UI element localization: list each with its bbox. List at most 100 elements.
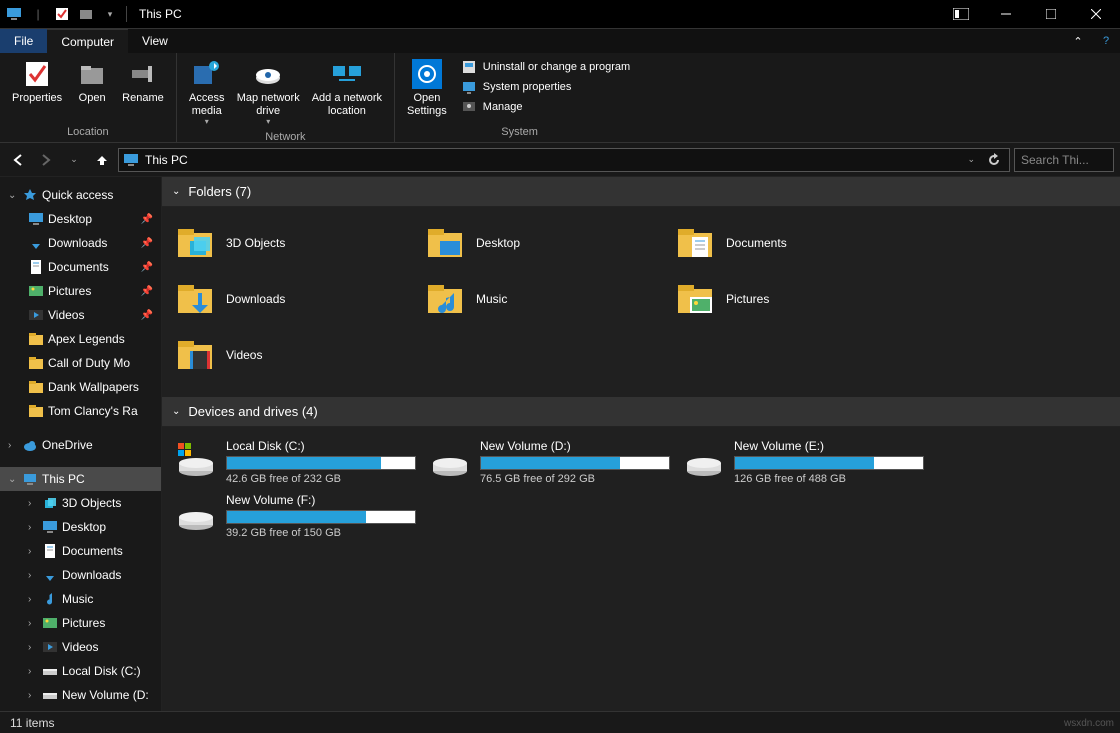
- manage-button[interactable]: Manage: [457, 97, 634, 117]
- pc-icon: [22, 471, 38, 487]
- sidebar-item-call-of-duty-mo[interactable]: Call of Duty Mo: [0, 351, 161, 375]
- chevron-down-icon[interactable]: ⌄: [8, 190, 18, 201]
- item-icon: [28, 283, 44, 299]
- sidebar-item-downloads[interactable]: › Downloads: [0, 563, 161, 587]
- folder-label: Videos: [226, 348, 262, 362]
- sidebar-item-new-volume-d-[interactable]: ›New Volume (D:: [0, 683, 161, 707]
- search-input[interactable]: Search Thi...: [1014, 148, 1114, 172]
- chevron-right-icon[interactable]: ›: [28, 690, 38, 701]
- item-icon: [28, 211, 44, 227]
- add-network-location-button[interactable]: Add a network location: [306, 55, 388, 120]
- sidebar-item-desktop[interactable]: ›Desktop: [0, 515, 161, 539]
- ribbon-group-network: Access media ▾ Map network drive ▾ Add a…: [177, 53, 395, 142]
- address-input[interactable]: This PC ⌄: [118, 148, 1010, 172]
- qat-dropdown-icon[interactable]: ▾: [102, 6, 118, 22]
- chevron-right-icon[interactable]: ›: [28, 642, 38, 653]
- open-button[interactable]: Open: [68, 55, 116, 108]
- chevron-down-icon[interactable]: ⌄: [8, 474, 18, 485]
- nav-up-button[interactable]: [90, 148, 114, 172]
- system-properties-button[interactable]: System properties: [457, 77, 634, 97]
- chevron-right-icon[interactable]: ›: [28, 618, 38, 629]
- tablet-mode-icon[interactable]: [938, 0, 983, 28]
- item-icon: [28, 355, 44, 371]
- item-icon: [42, 495, 58, 511]
- folder-music[interactable]: Music: [422, 271, 672, 327]
- folder-videos[interactable]: Videos: [172, 327, 422, 383]
- nav-forward-button[interactable]: [34, 148, 58, 172]
- sidebar-item-tom-clancy-s-ra[interactable]: Tom Clancy's Ra: [0, 399, 161, 423]
- drive-usage-bar: [226, 456, 416, 470]
- folder-label: Documents: [726, 236, 787, 250]
- help-icon[interactable]: ?: [1096, 31, 1116, 51]
- sidebar-item-pictures[interactable]: ›Pictures: [0, 611, 161, 635]
- star-icon: [22, 187, 38, 203]
- chevron-right-icon[interactable]: ›: [8, 440, 18, 451]
- close-button[interactable]: [1073, 0, 1118, 28]
- sidebar-item-label: Local Disk (C:): [62, 664, 141, 678]
- item-icon: [42, 687, 58, 703]
- sidebar-item-downloads[interactable]: Downloads📌: [0, 231, 161, 255]
- address-dropdown-icon[interactable]: ⌄: [961, 154, 981, 165]
- folders-group-header[interactable]: ⌄ Folders (7): [162, 177, 1120, 207]
- open-settings-button[interactable]: Open Settings: [401, 55, 453, 120]
- nav-recent-button[interactable]: ⌄: [62, 148, 86, 172]
- sidebar-item-label: Downloads: [62, 568, 121, 582]
- tree-quick-access[interactable]: ⌄ Quick access: [0, 183, 161, 207]
- rename-button[interactable]: Rename: [116, 55, 170, 108]
- sidebar-item-apex-legends[interactable]: Apex Legends: [0, 327, 161, 351]
- drive-new-volume-d-[interactable]: New Volume (D:)76.5 GB free of 292 GB: [426, 435, 680, 489]
- drive-free-text: 126 GB free of 488 GB: [734, 473, 930, 485]
- tab-view[interactable]: View: [128, 29, 182, 53]
- chevron-right-icon[interactable]: ›: [28, 546, 38, 557]
- drive-local-disk-c-[interactable]: Local Disk (C:)42.6 GB free of 232 GB: [172, 435, 426, 489]
- properties-button[interactable]: Properties: [6, 55, 68, 108]
- pin-icon: 📌: [141, 214, 153, 225]
- map-drive-label: Map network drive: [237, 92, 300, 117]
- minimize-button[interactable]: [983, 0, 1028, 28]
- sidebar-item-3d-objects[interactable]: ›3D Objects: [0, 491, 161, 515]
- tree-this-pc[interactable]: ⌄ This PC: [0, 467, 161, 491]
- maximize-button[interactable]: [1028, 0, 1073, 28]
- sidebar-item-music[interactable]: ›Music: [0, 587, 161, 611]
- qat-properties-icon[interactable]: [54, 6, 70, 22]
- system-group-label: System: [401, 124, 638, 140]
- folder-3d-objects[interactable]: 3D Objects: [172, 215, 422, 271]
- sidebar-item-videos[interactable]: ›Videos: [0, 635, 161, 659]
- chevron-down-icon[interactable]: ⌄: [172, 406, 180, 417]
- sidebar-item-videos[interactable]: Videos📌: [0, 303, 161, 327]
- sidebar-item-documents[interactable]: Documents📌: [0, 255, 161, 279]
- folder-label: Desktop: [476, 236, 520, 250]
- drive-free-text: 76.5 GB free of 292 GB: [480, 473, 676, 485]
- refresh-icon[interactable]: [983, 153, 1005, 167]
- folder-documents[interactable]: Documents: [672, 215, 922, 271]
- nav-back-button[interactable]: [6, 148, 30, 172]
- drive-usage-bar: [226, 510, 416, 524]
- drive-new-volume-f-[interactable]: New Volume (F:)39.2 GB free of 150 GB: [172, 489, 426, 543]
- chevron-right-icon[interactable]: ›: [28, 666, 38, 677]
- folder-pictures[interactable]: Pictures: [672, 271, 922, 327]
- sidebar-item-dank-wallpapers[interactable]: Dank Wallpapers: [0, 375, 161, 399]
- chevron-right-icon[interactable]: ›: [28, 570, 38, 581]
- tab-file[interactable]: File: [0, 29, 47, 53]
- uninstall-program-button[interactable]: Uninstall or change a program: [457, 57, 634, 77]
- folder-desktop[interactable]: Desktop: [422, 215, 672, 271]
- map-network-drive-button[interactable]: Map network drive ▾: [231, 55, 306, 129]
- tab-computer[interactable]: Computer: [47, 29, 128, 53]
- drives-group-header[interactable]: ⌄ Devices and drives (4): [162, 397, 1120, 427]
- chevron-right-icon[interactable]: ›: [28, 498, 38, 509]
- ribbon-collapse-icon[interactable]: ⌃: [1068, 31, 1088, 51]
- sidebar-item-documents[interactable]: ›Documents: [0, 539, 161, 563]
- tree-onedrive[interactable]: › OneDrive: [0, 433, 161, 457]
- sidebar-item-pictures[interactable]: Pictures📌: [0, 279, 161, 303]
- qat-newfolder-icon[interactable]: [78, 6, 94, 22]
- chevron-right-icon[interactable]: ›: [28, 594, 38, 605]
- sidebar-item-desktop[interactable]: Desktop📌: [0, 207, 161, 231]
- folder-downloads[interactable]: Downloads: [172, 271, 422, 327]
- drive-new-volume-e-[interactable]: New Volume (E:)126 GB free of 488 GB: [680, 435, 934, 489]
- chevron-down-icon[interactable]: ⌄: [172, 186, 180, 197]
- content-pane: ⌄ Folders (7) 3D Objects Desktop Documents…: [162, 177, 1120, 711]
- access-media-button[interactable]: Access media ▾: [183, 55, 231, 129]
- folder-icon: [676, 223, 716, 263]
- chevron-right-icon[interactable]: ›: [28, 522, 38, 533]
- sidebar-item-local-disk-c-[interactable]: › Local Disk (C:): [0, 659, 161, 683]
